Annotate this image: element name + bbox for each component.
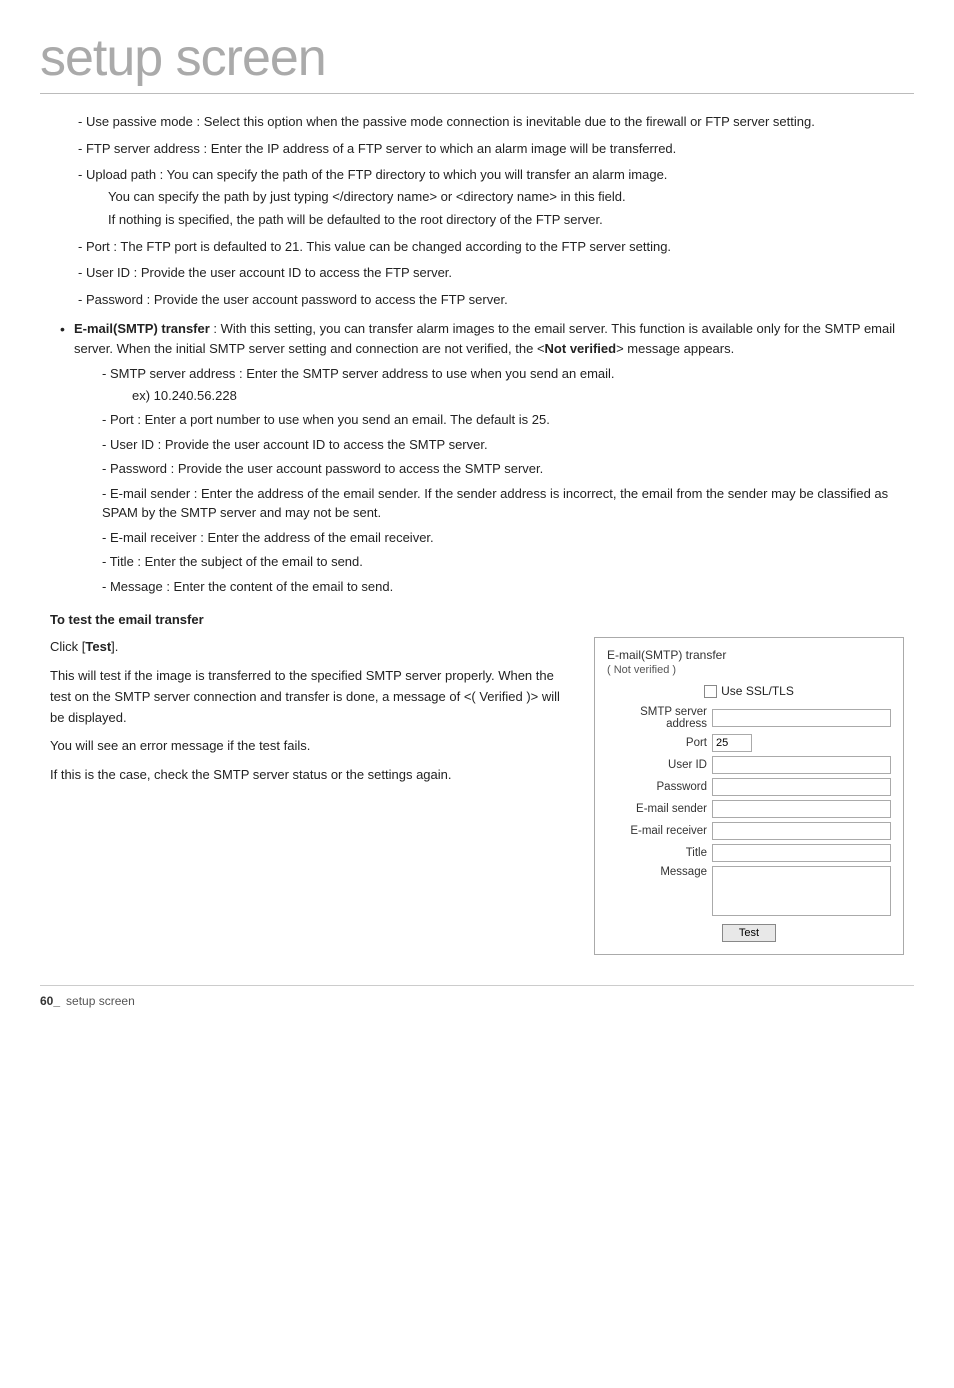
sub-list-item: SMTP server address : Enter the SMTP ser… [94,364,904,405]
smtp-receiver-row: E-mail receiver [607,822,891,840]
sub-list-item: Title : Enter the subject of the email t… [94,552,904,572]
smtp-password-input[interactable] [712,778,891,796]
smtp-sender-label: E-mail sender [607,803,712,815]
list-item: FTP server address : Enter the IP addres… [70,139,904,159]
test-desc-3: If this is the case, check the SMTP serv… [50,765,564,786]
test-desc-1: This will test if the image is transferr… [50,666,564,728]
ssl-label: Use SSL/TLS [721,684,794,698]
smtp-sender-input[interactable] [712,800,891,818]
smtp-password-row: Password [607,778,891,796]
smtp-userid-input[interactable] [712,756,891,774]
list-item: Password : Provide the user account pass… [70,290,904,310]
sub-line: If nothing is specified, the path will b… [78,210,904,230]
sub-list-item: E-mail sender : Enter the address of the… [94,484,904,523]
test-desc-2: You will see an error message if the tes… [50,736,564,757]
smtp-panel-title: E-mail(SMTP) transfer [607,648,891,662]
smtp-port-label: Port [607,737,712,749]
smtp-not-verified: ( Not verified ) [607,664,891,676]
smtp-message-textarea[interactable] [712,866,891,916]
test-heading: To test the email transfer [50,612,904,627]
smtp-receiver-label: E-mail receiver [607,825,712,837]
sub-list-item: Message : Enter the content of the email… [94,577,904,597]
email-bullet-list: E-mail(SMTP) transfer : With this settin… [50,319,904,596]
smtp-port-input[interactable] [712,734,752,752]
ssl-checkbox[interactable] [704,685,717,698]
list-item: Port : The FTP port is defaulted to 21. … [70,237,904,257]
list-item: User ID : Provide the user account ID to… [70,263,904,283]
test-description: Click [Test]. This will test if the imag… [50,637,564,794]
test-word-bold: Test [85,639,111,654]
smtp-port-row: Port [607,734,891,752]
email-label-end: > message appears. [616,341,734,356]
smtp-password-label: Password [607,781,712,793]
footer-page-number: 60_ [40,994,60,1008]
footer: 60_ setup screen [40,985,914,1008]
smtp-userid-row: User ID [607,756,891,774]
footer-label: setup screen [66,994,135,1008]
smtp-message-label: Message [607,866,712,878]
sub-list-item: User ID : Provide the user account ID to… [94,435,904,455]
test-section: Click [Test]. This will test if the imag… [50,637,904,955]
sub-line: You can specify the path by just typing … [78,187,904,207]
smtp-userid-label: User ID [607,759,712,771]
smtp-title-label: Title [607,847,712,859]
test-instruction: Click [Test]. [50,637,564,658]
smtp-sender-row: E-mail sender [607,800,891,818]
sub-list-item: Port : Enter a port number to use when y… [94,410,904,430]
smtp-message-row: Message [607,866,891,916]
smtp-ssl-row: Use SSL/TLS [607,684,891,698]
ftp-list: Use passive mode : Select this option wh… [50,112,904,309]
page-title: setup screen [40,30,914,94]
smtp-panel: E-mail(SMTP) transfer ( Not verified ) U… [594,637,904,955]
smtp-receiver-input[interactable] [712,822,891,840]
list-item: Use passive mode : Select this option wh… [70,112,904,132]
smtp-test-btn-row: Test [607,924,891,942]
smtp-title-input[interactable] [712,844,891,862]
email-sub-list: SMTP server address : Enter the SMTP ser… [74,364,904,596]
not-verified-bold: Not verified [545,341,617,356]
sub-list-item: E-mail receiver : Enter the address of t… [94,528,904,548]
smtp-server-address-input[interactable] [712,709,891,727]
email-smtp-item: E-mail(SMTP) transfer : With this settin… [60,319,904,596]
sub-line: ex) 10.240.56.228 [102,386,904,406]
sub-list-item: Password : Provide the user account pass… [94,459,904,479]
main-content: Use passive mode : Select this option wh… [40,112,914,955]
smtp-server-address-row: SMTP server address [607,706,891,730]
email-label-bold: E-mail(SMTP) transfer [74,321,210,336]
list-item: Upload path : You can specify the path o… [70,165,904,230]
smtp-server-address-label: SMTP server address [607,706,712,730]
smtp-title-row: Title [607,844,891,862]
test-button[interactable]: Test [722,924,776,942]
